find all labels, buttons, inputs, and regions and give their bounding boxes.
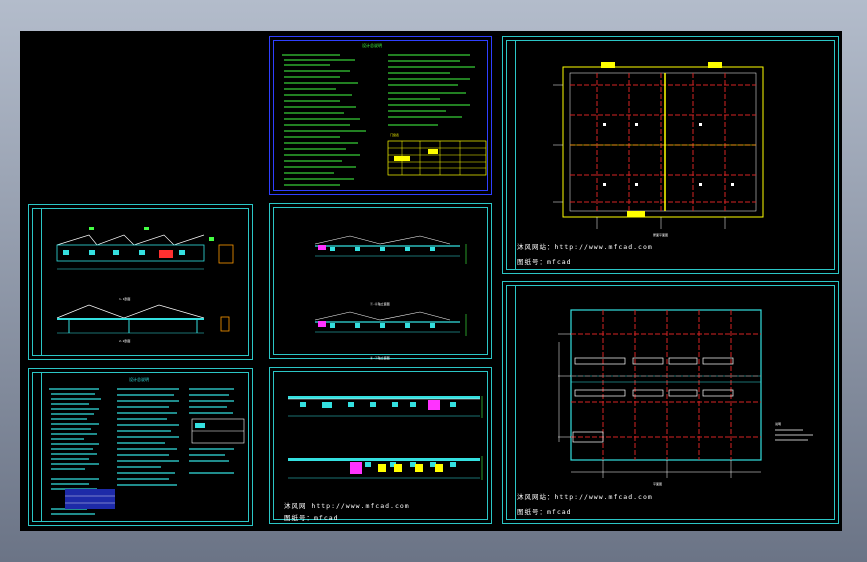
sheet-floor-plan[interactable]: 说明 平面图 沐风网站：http://www.mfcad.com 图纸号：mfc… <box>502 281 839 524</box>
sheet-elevations-2[interactable]: 沐风网 http://www.mfcad.com 图纸号：mfcad <box>269 367 492 524</box>
elevation-a-label: ①-⑥轴立面图 <box>370 302 390 306</box>
section-b-label: 2-2剖面 <box>119 339 131 343</box>
watermark-code-roof: 图纸号：mfcad <box>517 258 572 266</box>
elevation-b-label: ⑥-①轴立面图 <box>370 356 390 360</box>
sheet-notes-table[interactable]: 设计总说明 门窗表 <box>269 36 492 195</box>
section-a-label: 1-1剖面 <box>119 297 131 301</box>
sheet-elevations[interactable]: ①-⑥轴立面图 ⑥-①轴立面图 <box>269 203 492 360</box>
roof-plan-label: 屋面平面图 <box>653 233 669 237</box>
roof-plan-grid <box>553 62 764 229</box>
door-table-title: 门窗表 <box>390 133 400 137</box>
notes-text-block <box>49 388 245 515</box>
sheet-sections[interactable]: 1-1剖面 2-2剖面 <box>28 204 253 360</box>
section-drawing <box>56 227 234 334</box>
watermark-site-roof: 沐风网站：http://www.mfcad.com <box>517 243 653 251</box>
watermark-code: 图纸号：mfcad <box>284 514 339 522</box>
notes-table-text <box>282 54 487 186</box>
floor-legend-note: 说明 <box>775 422 782 426</box>
cad-model-space[interactable]: 1-1剖面 2-2剖面 设计总说明 设计总说明 门窗表 ①-⑥轴立面图 ⑥-①轴… <box>20 31 842 531</box>
sheet-design-notes[interactable]: 设计总说明 <box>28 368 253 526</box>
watermark-site: 沐风网 http://www.mfcad.com <box>284 502 410 510</box>
watermark-code-floor: 图纸号：mfcad <box>517 508 572 516</box>
elevation-drawing <box>314 235 467 336</box>
sheet-roof-plan[interactable]: 屋面平面图 沐风网站：http://www.mfcad.com 图纸号：mfca… <box>502 36 839 274</box>
floor-plan-label: 平面图 <box>653 482 663 486</box>
watermark-site-floor: 沐风网站：http://www.mfcad.com <box>517 493 653 501</box>
floor-plan-grid <box>558 309 813 478</box>
